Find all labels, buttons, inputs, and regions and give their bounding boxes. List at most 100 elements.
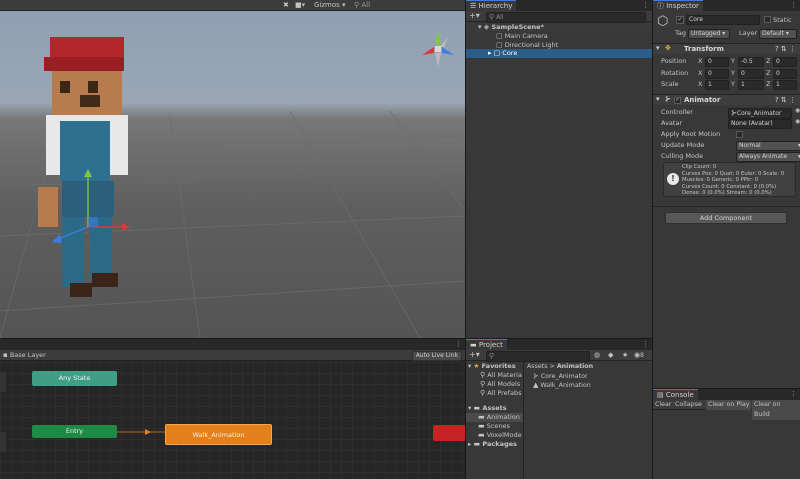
favorites-label: Favorites: [481, 362, 516, 370]
tree-folder-scenes[interactable]: ▬ Scenes: [466, 422, 523, 431]
gizmos-label: Gizmos: [314, 1, 340, 9]
scene-toolbar: ✖ ■▾ Gizmos ▾ ⚲ All: [0, 0, 465, 11]
tab-inspector[interactable]: ⓘ Inspector: [653, 0, 703, 11]
hidden-packages-count[interactable]: ◉8: [634, 351, 644, 360]
hierarchy-item-main-camera[interactable]: ▢ Main Camera: [466, 32, 652, 41]
chevron-down-icon: ▾: [478, 23, 482, 31]
create-asset-button[interactable]: +▾: [469, 350, 480, 360]
active-checkbox[interactable]: ✓: [676, 16, 684, 24]
animator-enabled-checkbox[interactable]: ✓: [674, 97, 681, 104]
camera-icon[interactable]: ■▾: [295, 1, 305, 9]
tree-folder-voxelmode[interactable]: ▬ VoxelMode: [466, 431, 523, 440]
tree-favorite-item[interactable]: ⚲ All Models: [466, 380, 523, 389]
console-menu-icon[interactable]: ⋮: [790, 389, 797, 400]
culling-mode-dropdown[interactable]: Always Animate▾: [736, 152, 800, 162]
animator-graph[interactable]: Any State Entry Walk_Animation: [0, 362, 465, 479]
clear-on-play-button[interactable]: Clear on Play: [706, 400, 752, 410]
add-object-button[interactable]: +▾: [469, 11, 480, 21]
tree-folder-animation[interactable]: ▬ Animation: [466, 413, 523, 422]
clear-button[interactable]: Clear: [655, 400, 671, 410]
update-mode-label: Update Mode: [661, 141, 705, 149]
assets-label: Assets: [482, 404, 507, 412]
avatar-field[interactable]: None (Avatar): [728, 119, 792, 129]
axis-z-label: Z: [766, 80, 771, 88]
hierarchy-item-core[interactable]: ▸ ▢ Core: [466, 49, 652, 58]
static-checkbox[interactable]: [764, 16, 771, 23]
star-icon[interactable]: ★: [622, 351, 628, 359]
tree-packages[interactable]: ▸ ▬ Packages: [466, 440, 523, 449]
axis-y-label: Y: [731, 57, 735, 65]
breadcrumb-separator: >: [549, 363, 555, 370]
inspector-menu-icon[interactable]: ⋮: [790, 0, 797, 11]
state-entry[interactable]: Entry: [32, 425, 117, 438]
tab-hierarchy[interactable]: ☰ Hierarchy: [466, 0, 517, 11]
project-menu-icon[interactable]: ⋮: [642, 339, 649, 350]
asset-walk-animation[interactable]: ▲ Walk_Animation: [525, 381, 652, 390]
scene-viewport[interactable]: [0, 11, 465, 338]
rotation-x-field[interactable]: 0: [705, 69, 729, 79]
tools-icon[interactable]: ✖: [283, 1, 289, 9]
divider: [653, 206, 800, 207]
component-menu-icons[interactable]: ? ⇅ ⋮: [775, 95, 796, 106]
animator-header[interactable]: ▾ ⊱ ✓ Animator ? ⇅ ⋮: [653, 94, 800, 105]
search-icon: ⚲: [480, 380, 486, 388]
state-walk-animation[interactable]: Walk_Animation: [165, 424, 272, 445]
layer-dropdown[interactable]: Default ▾: [759, 29, 797, 39]
scene-search[interactable]: ⚲ All: [354, 1, 370, 10]
inspector-tab-label: Inspector: [666, 2, 699, 10]
root-motion-checkbox[interactable]: [736, 131, 743, 138]
object-picker-icon[interactable]: ◉: [795, 107, 800, 115]
rotation-z-field[interactable]: 0: [773, 69, 797, 79]
transform-header[interactable]: ▾ ✥ Transform ? ⇅ ⋮: [653, 43, 800, 54]
folder-icon: ▬: [473, 440, 481, 448]
scale-x-field[interactable]: 1: [705, 80, 729, 90]
console-toolbar: Clear Collapse Clear on Play Clear on Bu…: [653, 400, 800, 420]
gizmos-button[interactable]: Gizmos ▾: [314, 1, 346, 10]
tree-favorite-item[interactable]: ⚲ All Materia: [466, 371, 523, 380]
character-face: [52, 71, 122, 115]
character-eye-left: [60, 81, 70, 93]
object-picker-icon[interactable]: ◉: [795, 118, 800, 126]
move-gizmo[interactable]: [38, 157, 138, 277]
add-component-button[interactable]: Add Component: [665, 212, 787, 224]
hierarchy-item-samplescene[interactable]: ▾ ◈ SampleScene*: [466, 23, 652, 32]
avatar-row: Avatar None (Avatar) ◉: [661, 118, 800, 129]
collapse-button[interactable]: Collapse: [675, 400, 702, 410]
info-line: Dense: 0 (0.0%) Stream: 0 (0.0%): [682, 190, 772, 196]
breadcrumb-current[interactable]: Animation: [557, 363, 593, 370]
hierarchy-tab-label: Hierarchy: [478, 2, 513, 10]
scale-y-field[interactable]: 1: [738, 80, 764, 90]
update-mode-dropdown[interactable]: Normal▾: [736, 141, 800, 151]
clear-on-build-button[interactable]: Clear on Build: [752, 400, 800, 420]
voxel-character[interactable]: [38, 37, 138, 307]
component-menu-icons[interactable]: ? ⇅ ⋮: [775, 44, 796, 55]
scale-z-field[interactable]: 1: [773, 80, 797, 90]
gameobject-icon: ▢: [496, 32, 503, 40]
folder-icon: ▬: [478, 422, 485, 430]
tree-favorites[interactable]: ▾ ★ Favorites: [466, 362, 523, 371]
orientation-gizmo[interactable]: [418, 27, 458, 71]
auto-live-link-button[interactable]: Auto Live Link: [411, 351, 462, 361]
hierarchy-menu-icon[interactable]: ⋮: [642, 0, 649, 11]
filter-label-icon[interactable]: ◆: [608, 351, 613, 359]
project-search[interactable]: ⚲: [486, 351, 590, 362]
tree-favorite-item[interactable]: ⚲ All Prefabs: [466, 389, 523, 398]
asset-core-animator[interactable]: ⊱ Core_Animator: [525, 372, 652, 381]
tab-project[interactable]: ▬ Project: [466, 339, 507, 350]
object-name-field[interactable]: Core: [686, 15, 760, 25]
rotation-y-field[interactable]: 0: [738, 69, 764, 79]
filter-type-icon[interactable]: ◍: [594, 351, 600, 359]
tree-assets[interactable]: ▾ ▬ Assets: [466, 404, 523, 413]
position-z-field[interactable]: 0: [773, 57, 797, 67]
state-any[interactable]: Any State: [32, 371, 117, 386]
position-x-field[interactable]: 0: [705, 57, 729, 67]
tag-dropdown[interactable]: Untagged ▾: [688, 29, 730, 39]
position-y-field[interactable]: -0.5: [738, 57, 764, 67]
hierarchy-search[interactable]: ⚲ All: [486, 12, 646, 23]
tab-console[interactable]: ▤ Console: [653, 389, 698, 400]
graph-left-edge: [0, 432, 6, 452]
state-exit[interactable]: [433, 425, 465, 441]
animator-menu-icon[interactable]: ⋮: [455, 339, 462, 350]
breadcrumb-root[interactable]: Assets: [527, 363, 548, 370]
layer-breadcrumb[interactable]: ▪ Base Layer: [3, 350, 46, 360]
